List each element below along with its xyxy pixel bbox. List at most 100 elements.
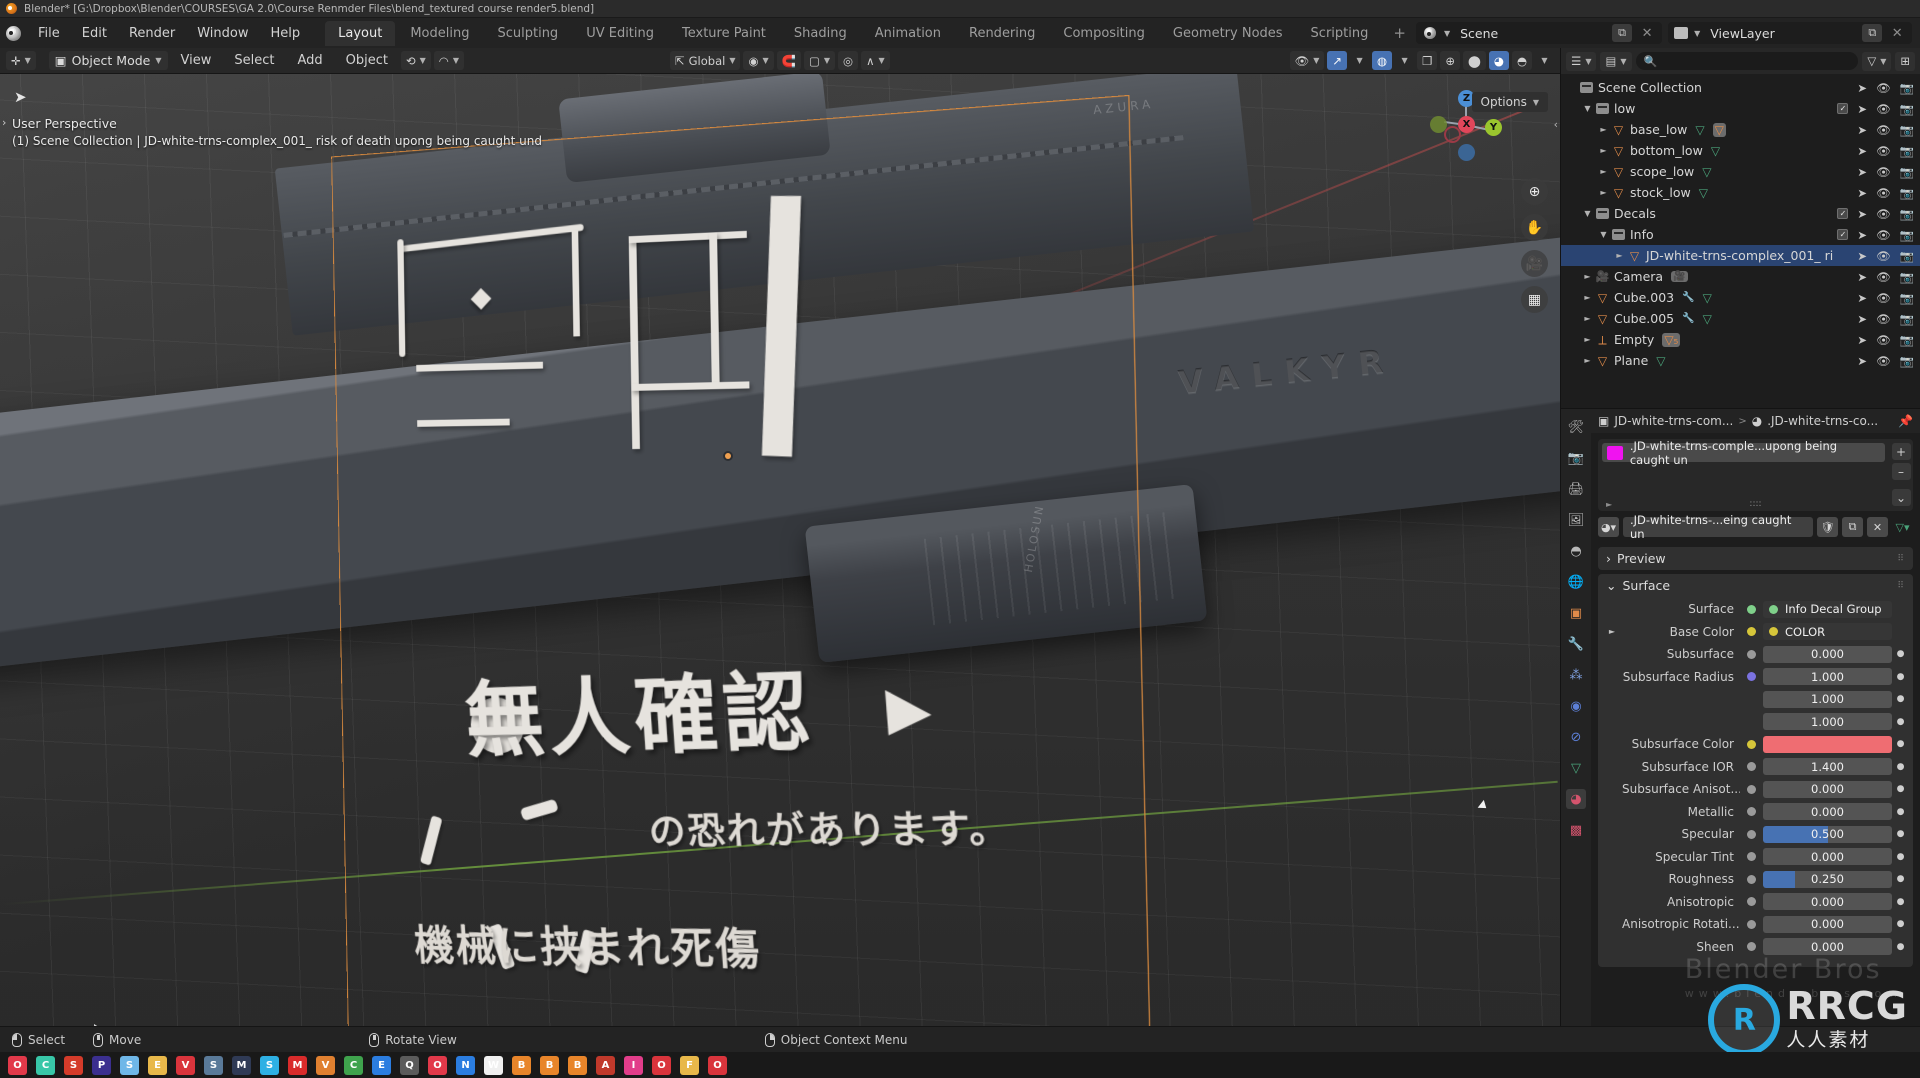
collection-checkbox[interactable]: ✓ xyxy=(1837,208,1849,219)
property-value-field[interactable]: 0.000 xyxy=(1763,893,1892,910)
eye-icon[interactable]: 👁 xyxy=(1876,144,1891,158)
gizmo-axis-neg-x[interactable] xyxy=(1444,126,1461,143)
restrict-select-icon[interactable]: ➤ xyxy=(1857,291,1867,305)
output-tab[interactable]: 🖨 xyxy=(1566,479,1586,499)
outliner-row[interactable]: ► ▽ base_low ▽ ▽ ➤ 👁 📷 xyxy=(1561,119,1920,140)
blender-icon-2[interactable]: B xyxy=(540,1055,559,1075)
tab-scripting[interactable]: Scripting xyxy=(1298,21,1382,46)
node-socket-icon[interactable] xyxy=(1744,759,1759,774)
breadcrumb-material[interactable]: .JD-white-trns-co... xyxy=(1767,414,1878,428)
proportional-edit-icon[interactable]: ◎ xyxy=(838,51,859,70)
overlays-dropdown-icon[interactable]: ▼ xyxy=(1395,51,1414,70)
animate-property-dot[interactable]: ● xyxy=(1896,897,1905,907)
animate-property-dot[interactable]: ● xyxy=(1896,807,1905,817)
toggle-perspective-icon[interactable]: ▦ xyxy=(1521,286,1548,313)
animate-property-dot[interactable]: ● xyxy=(1896,852,1905,862)
fusion-icon[interactable]: F xyxy=(680,1055,699,1075)
restrict-select-icon[interactable]: ➤ xyxy=(1857,270,1867,284)
opera3-icon[interactable]: O xyxy=(708,1055,727,1075)
xray-icon[interactable]: ❐ xyxy=(1417,51,1438,70)
camera-render-icon[interactable]: 📷 xyxy=(1900,333,1914,347)
property-value-field[interactable]: 0.000 xyxy=(1763,848,1892,865)
restrict-select-icon[interactable]: ➤ xyxy=(1857,249,1867,263)
pivot-point-icon[interactable]: ◉ ▼ xyxy=(743,51,774,70)
node-socket-icon[interactable] xyxy=(1744,602,1759,617)
property-value-field[interactable]: 0.500 xyxy=(1763,825,1892,843)
collection-checkbox[interactable]: ✓ xyxy=(1837,229,1849,240)
collapse-triangle-icon[interactable]: ▼ xyxy=(1597,230,1610,239)
material-slot-row[interactable]: .JD-white-trns-comple...upong being caug… xyxy=(1602,439,1885,467)
modifier-tab[interactable]: 🔧 xyxy=(1566,634,1586,654)
expand-triangle-icon[interactable]: ► xyxy=(1606,500,1612,509)
mesh-data-icon[interactable]: ▽ xyxy=(1656,354,1665,368)
delete-scene-button[interactable]: ✕ xyxy=(1638,26,1656,41)
node-socket-icon[interactable] xyxy=(1744,624,1759,639)
property-value-field[interactable]: 0.000 xyxy=(1763,938,1892,955)
outliner-row[interactable]: ► ⟂ Empty ▽₅ ➤ 👁 📷 xyxy=(1561,329,1920,350)
node-socket-icon[interactable] xyxy=(1744,872,1759,887)
mode-selector[interactable]: ▣ Object Mode ▼ xyxy=(48,51,168,70)
shading-material-preview-icon[interactable]: ◕ xyxy=(1488,51,1509,70)
opera2-icon[interactable]: O xyxy=(652,1055,671,1075)
animate-property-dot[interactable]: ● xyxy=(1896,942,1905,952)
notepad-icon[interactable]: N xyxy=(456,1055,475,1075)
property-value-field[interactable]: Info Decal Group xyxy=(1763,600,1892,618)
windows-taskbar[interactable]: OCSPSEVSMSMVCEQONWBBBAIOFO xyxy=(0,1052,1920,1078)
property-value-field[interactable]: 0.250 xyxy=(1763,870,1892,888)
property-value-field[interactable]: COLOR xyxy=(1763,623,1892,640)
object-tab[interactable]: ▣ xyxy=(1566,603,1586,623)
camera-render-icon[interactable]: 📷 xyxy=(1900,312,1914,326)
edge-icon[interactable]: E xyxy=(372,1055,391,1075)
animate-property-dot[interactable]: ● xyxy=(1896,874,1905,884)
node-socket-icon[interactable] xyxy=(1744,917,1759,932)
overlays-icon[interactable]: ◍ xyxy=(1372,51,1393,70)
eye-icon[interactable]: 👁 xyxy=(1876,270,1891,284)
expand-triangle-icon[interactable]: ► xyxy=(1581,293,1594,302)
restrict-select-icon[interactable]: ➤ xyxy=(1857,333,1867,347)
expand-triangle-icon[interactable]: ► xyxy=(1581,314,1594,323)
viewport-options-button[interactable]: Options ▼ xyxy=(1471,92,1548,112)
restrict-select-icon[interactable]: ➤ xyxy=(1857,312,1867,326)
modifier-wrench-icon[interactable]: 🔧 xyxy=(1682,313,1694,324)
animate-property-dot[interactable]: ● xyxy=(1896,649,1905,659)
outliner-row[interactable]: ► ▽ Plane ▽ ➤ 👁 📷 xyxy=(1561,350,1920,371)
display-mode-icon[interactable]: ▤ ▼ xyxy=(1600,51,1632,71)
animate-property-dot[interactable]: ● xyxy=(1896,672,1905,682)
render-tab[interactable]: 📷 xyxy=(1566,448,1586,468)
property-value-field[interactable]: 0.000 xyxy=(1763,915,1892,933)
node-socket-icon[interactable] xyxy=(1744,737,1759,752)
property-value-field[interactable]: 0.000 xyxy=(1763,803,1892,820)
zoom-icon[interactable]: ⊕ xyxy=(1521,178,1548,205)
menu-render[interactable]: Render xyxy=(118,22,186,45)
camera-render-icon[interactable]: 📷 xyxy=(1900,186,1914,200)
outliner-row[interactable]: ▼ low ✓ ➤ 👁 📷 xyxy=(1561,98,1920,119)
restrict-select-icon[interactable]: ➤ xyxy=(1857,123,1867,137)
explorer-icon[interactable]: E xyxy=(148,1055,167,1075)
tab-uv-editing[interactable]: UV Editing xyxy=(573,21,667,46)
constraints-tab[interactable]: ⊘ xyxy=(1566,727,1586,747)
camera-render-icon[interactable]: 📷 xyxy=(1900,102,1914,116)
duplicate-icon[interactable]: ⧉ xyxy=(1842,517,1863,537)
viewlayer-selector[interactable]: ▼ ViewLayer ⧉ ✕ xyxy=(1668,22,1913,44)
camera-render-icon[interactable]: 📷 xyxy=(1900,123,1914,137)
camera-render-icon[interactable]: 📷 xyxy=(1900,165,1914,179)
skype-icon[interactable]: S xyxy=(260,1055,279,1075)
tab-modeling[interactable]: Modeling xyxy=(397,21,482,46)
restrict-select-icon[interactable]: ➤ xyxy=(1857,165,1867,179)
outliner-editor-type-icon[interactable]: ☰ ▼ xyxy=(1566,51,1597,71)
acrobat-icon[interactable]: A xyxy=(596,1055,615,1075)
eye-icon[interactable]: 👁 xyxy=(1876,123,1891,137)
material-browse-icon[interactable]: ◕▾ xyxy=(1598,517,1619,537)
outliner-row[interactable]: ▼ Decals ✓ ➤ 👁 📷 xyxy=(1561,203,1920,224)
tab-rendering[interactable]: Rendering xyxy=(956,21,1048,46)
expand-triangle-icon[interactable]: ► xyxy=(1581,335,1594,344)
world-tab[interactable]: 🌐 xyxy=(1566,572,1586,592)
magnet-icon[interactable]: 🧲 xyxy=(776,51,802,70)
outliner-row[interactable]: ► ▽ bottom_low ▽ ➤ 👁 📷 xyxy=(1561,140,1920,161)
texture-tab[interactable]: ▩ xyxy=(1566,820,1586,840)
menu-help[interactable]: Help xyxy=(260,22,312,45)
mesh-data-icon[interactable]: ▽ xyxy=(1702,165,1711,179)
camera-view-icon[interactable]: 🎥 xyxy=(1521,250,1548,277)
gizmo-icon[interactable]: ↗ xyxy=(1327,51,1348,70)
new-collection-icon[interactable]: ⊞ xyxy=(1895,51,1915,71)
